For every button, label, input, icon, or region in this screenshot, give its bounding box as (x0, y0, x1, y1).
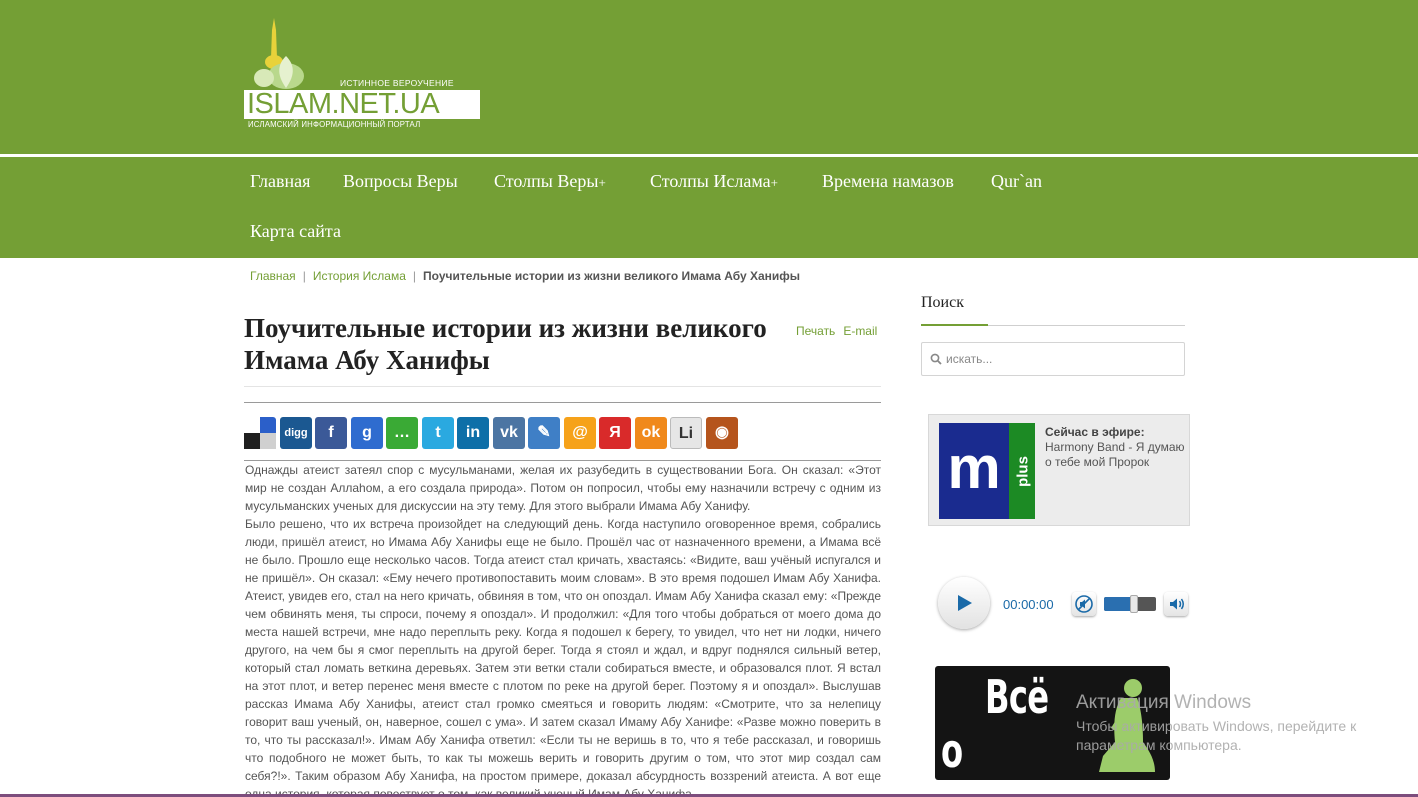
article-tools: Печать E-mail (796, 324, 885, 338)
volume-slider[interactable] (1104, 595, 1156, 613)
nav-item-label: Qur`an (991, 171, 1042, 191)
twitter-icon[interactable]: t (422, 417, 454, 449)
max-volume-button[interactable] (1164, 592, 1188, 616)
search-icon (930, 353, 942, 365)
title-divider (244, 386, 881, 387)
share-top-divider (244, 402, 881, 403)
banner-line-1: Всё (985, 670, 1049, 724)
radio-logo-plus: plus (1009, 423, 1035, 519)
mute-button[interactable] (1072, 592, 1096, 616)
nav-item-label: Вопросы Веры (343, 171, 458, 191)
moikrug-icon[interactable]: ◉ (706, 417, 738, 449)
play-icon (958, 595, 972, 611)
search-input[interactable] (946, 350, 1176, 368)
linkedin-icon[interactable]: in (457, 417, 489, 449)
page-title: Поучительные истории из жизни великого И… (244, 313, 767, 375)
nav-item-prayer-times[interactable]: Времена намазов (822, 171, 954, 192)
article-paragraph: Было решено, что их встреча произойдет н… (245, 517, 881, 797)
logo-name: ISLAM.NET.UA (247, 88, 440, 120)
play-button[interactable] (938, 577, 990, 629)
nav-item-pillars-of-islam[interactable]: Столпы Ислама+ (650, 171, 778, 192)
liveinternet-icon[interactable]: Li (670, 417, 702, 449)
submenu-plus-icon: + (770, 175, 778, 190)
nav-item-home[interactable]: Главная (250, 171, 310, 192)
breadcrumb-separator: | (302, 269, 306, 283)
now-playing: Сейчас в эфире: Harmony Band - Я думаю о… (1045, 425, 1185, 470)
radio-logo[interactable]: m plus (939, 423, 1035, 519)
breadcrumb-section-link[interactable]: История Ислама (313, 269, 406, 283)
logo-tagline: ИСТИННОЕ ВЕРОУЧЕНИЕ (340, 78, 454, 88)
nav-item-label: Главная (250, 171, 311, 191)
breadcrumb-current: Поучительные истории из жизни великого И… (423, 269, 801, 283)
logo-subtitle: ИСЛАМСКИЙ ИНФОРМАЦИОННЫЙ ПОРТАЛ (248, 120, 421, 129)
delicious-icon[interactable] (244, 417, 276, 449)
widget-title-underline (921, 324, 988, 326)
pen-icon[interactable]: ✎ (528, 417, 560, 449)
namaz-banner[interactable]: Всё о Намазе (935, 666, 1170, 780)
nav-item-quran[interactable]: Qur`an (991, 171, 1042, 192)
volume-knob[interactable] (1130, 595, 1138, 613)
odnoklassniki-icon[interactable]: ok (635, 417, 667, 449)
nav-item-label: Столпы Веры (494, 171, 599, 191)
chat-icon[interactable]: … (386, 417, 418, 449)
nav-item-pillars-of-faith[interactable]: Столпы Веры+ (494, 171, 606, 192)
search-box (921, 342, 1185, 376)
radio-logo-plus-text: plus (1014, 456, 1032, 487)
breadcrumb-home-link[interactable]: Главная (250, 269, 296, 283)
print-link[interactable]: Печать (796, 324, 835, 338)
logo-name-box: ISLAM.NET.UA (244, 90, 480, 119)
site-logo[interactable]: ИСТИННОЕ ВЕРОУЧЕНИЕ ISLAM.NET.UA ИСЛАМСК… (244, 18, 480, 130)
player-time: 00:00:00 (1003, 597, 1054, 612)
submenu-plus-icon: + (598, 175, 606, 190)
now-playing-label: Сейчас в эфире: (1045, 425, 1145, 439)
nav-item-label: Столпы Ислама (650, 171, 771, 191)
site-header: ИСТИННОЕ ВЕРОУЧЕНИЕ ISLAM.NET.UA ИСЛАМСК… (0, 0, 1418, 154)
article-paragraph: Однажды атеист затеял спор с мусульманам… (245, 463, 881, 513)
nav-item-label: Времена намазов (822, 171, 954, 191)
mosque-logo-icon (254, 18, 304, 89)
yandex-icon[interactable]: Я (599, 417, 631, 449)
digg-icon[interactable]: digg (280, 417, 312, 449)
volume-icon (1170, 598, 1184, 610)
mailru-icon[interactable]: @ (564, 417, 596, 449)
breadcrumb: Главная | История Ислама | Поучительные исто… (250, 269, 800, 283)
radio-logo-letter: m (939, 423, 1009, 519)
main-nav: Главная Вопросы Веры Столпы Веры+ Столпы… (0, 157, 1418, 258)
breadcrumb-separator: | (412, 269, 417, 283)
mute-icon (1075, 595, 1093, 613)
radio-widget: m plus Сейчас в эфире: Harmony Band - Я … (928, 414, 1190, 526)
google-icon[interactable]: g (351, 417, 383, 449)
praying-person-icon (1099, 679, 1155, 772)
audio-player: 00:00:00 (938, 577, 1190, 631)
search-widget-title: Поиск (921, 294, 964, 311)
widget-divider (988, 325, 1185, 326)
nav-item-faith-questions[interactable]: Вопросы Веры (343, 171, 458, 192)
email-link[interactable]: E-mail (843, 324, 877, 338)
vk-icon[interactable]: vk (493, 417, 525, 449)
facebook-icon[interactable]: f (315, 417, 347, 449)
now-playing-track: Harmony Band - Я думаю о тебе мой Пророк (1045, 440, 1185, 469)
nav-item-sitemap[interactable]: Карта сайта (250, 221, 341, 242)
article-body: Однажды атеист затеял спор с мусульманам… (245, 461, 881, 797)
nav-item-label: Карта сайта (250, 221, 342, 241)
banner-line-2: о Намазе (941, 724, 1075, 780)
